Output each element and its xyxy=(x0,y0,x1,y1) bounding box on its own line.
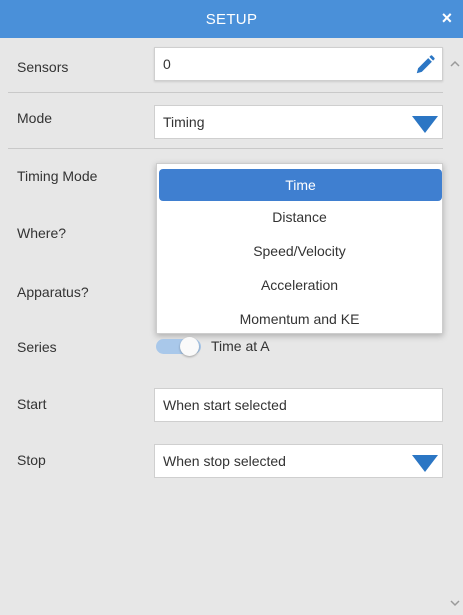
mode-label: Mode xyxy=(17,110,53,126)
timing-mode-label: Timing Mode xyxy=(17,168,98,184)
dropdown-option-momentum-ke[interactable]: Momentum and KE xyxy=(157,304,442,334)
scroll-down-icon[interactable] xyxy=(449,597,461,609)
toggle-knob xyxy=(180,337,199,356)
sensors-field[interactable]: 0 xyxy=(154,47,443,81)
series-toggle-label: Time at A xyxy=(211,338,270,354)
page-title: SETUP xyxy=(205,10,258,28)
stop-select[interactable]: When stop selected xyxy=(154,444,443,478)
stop-value: When stop selected xyxy=(163,453,286,469)
where-label: Where? xyxy=(17,225,67,241)
series-toggle[interactable] xyxy=(156,337,201,356)
divider xyxy=(8,148,443,149)
start-field[interactable]: When start selected xyxy=(154,388,443,422)
start-value: When start selected xyxy=(163,397,287,413)
mode-value: Timing xyxy=(163,114,205,130)
pencil-icon[interactable] xyxy=(414,54,436,76)
dropdown-option-distance[interactable]: Distance xyxy=(157,202,442,232)
dropdown-option-acceleration[interactable]: Acceleration xyxy=(157,270,442,300)
sensors-label: Sensors xyxy=(17,59,69,75)
divider xyxy=(8,92,443,93)
mode-select[interactable]: Timing xyxy=(154,105,443,139)
sensors-value: 0 xyxy=(163,56,171,72)
dropdown-option-speed-velocity[interactable]: Speed/Velocity xyxy=(157,236,442,266)
dropdown-triangle-icon xyxy=(412,116,438,133)
dropdown-option-time[interactable]: Time xyxy=(159,169,442,201)
title-bar: SETUP × xyxy=(0,0,463,38)
scroll-up-icon[interactable] xyxy=(449,58,461,70)
timing-mode-dropdown: Time Distance Speed/Velocity Acceleratio… xyxy=(156,163,443,334)
stop-label: Stop xyxy=(17,452,46,468)
close-icon[interactable]: × xyxy=(437,8,457,28)
dropdown-triangle-icon xyxy=(412,455,438,472)
apparatus-label: Apparatus? xyxy=(17,284,89,300)
start-label: Start xyxy=(17,396,47,412)
series-label: Series xyxy=(17,339,57,355)
